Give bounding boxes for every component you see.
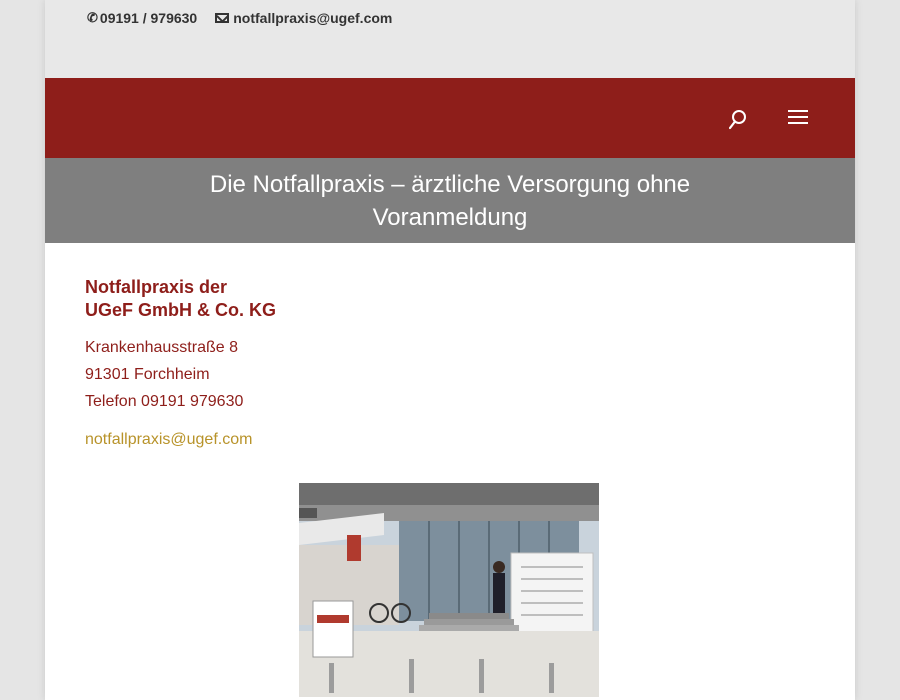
hamburger-menu-icon[interactable] [788,110,808,126]
postal-city: 91301 Forchheim [85,366,210,383]
page-title-banner: Die Notfallpraxis – ärztliche Versorgung… [45,158,855,243]
street-address: Krankenhausstraße 8 [85,339,238,356]
email-link[interactable]: notfallpraxis@ugef.com [85,431,815,449]
page-container: ✆ 09191 / 979630 notfallpraxis@ugef.com … [45,0,855,700]
mail-icon [215,13,230,23]
clinic-entrance-photo [299,483,599,697]
phone-icon: ✆ [87,10,98,25]
contact-info: ✆ 09191 / 979630 notfallpraxis@ugef.com [87,10,392,26]
address: Krankenhausstraße 8 91301 Forchheim Tele… [85,334,815,415]
clinic-photo-illustration [299,483,599,697]
top-phone-number[interactable]: 09191 / 979630 [100,10,197,26]
organization-name: Notfallpraxis der UGeF GmbH & Co. KG [85,276,815,322]
main-content: Notfallpraxis der UGeF GmbH & Co. KG Kra… [45,243,855,449]
org-name-line2: UGeF GmbH & Co. KG [85,300,277,320]
top-email-link[interactable]: notfallpraxis@ugef.com [215,10,392,26]
phone-line: Telefon 09191 979630 [85,393,244,410]
top-contact-bar: ✆ 09191 / 979630 notfallpraxis@ugef.com [45,0,855,78]
search-icon[interactable] [729,109,747,131]
main-navigation [45,78,855,158]
org-name-line1: Notfallpraxis der [85,277,228,297]
page-title: Die Notfallpraxis – ärztliche Versorgung… [209,170,691,231]
top-email-text: notfallpraxis@ugef.com [233,10,393,26]
